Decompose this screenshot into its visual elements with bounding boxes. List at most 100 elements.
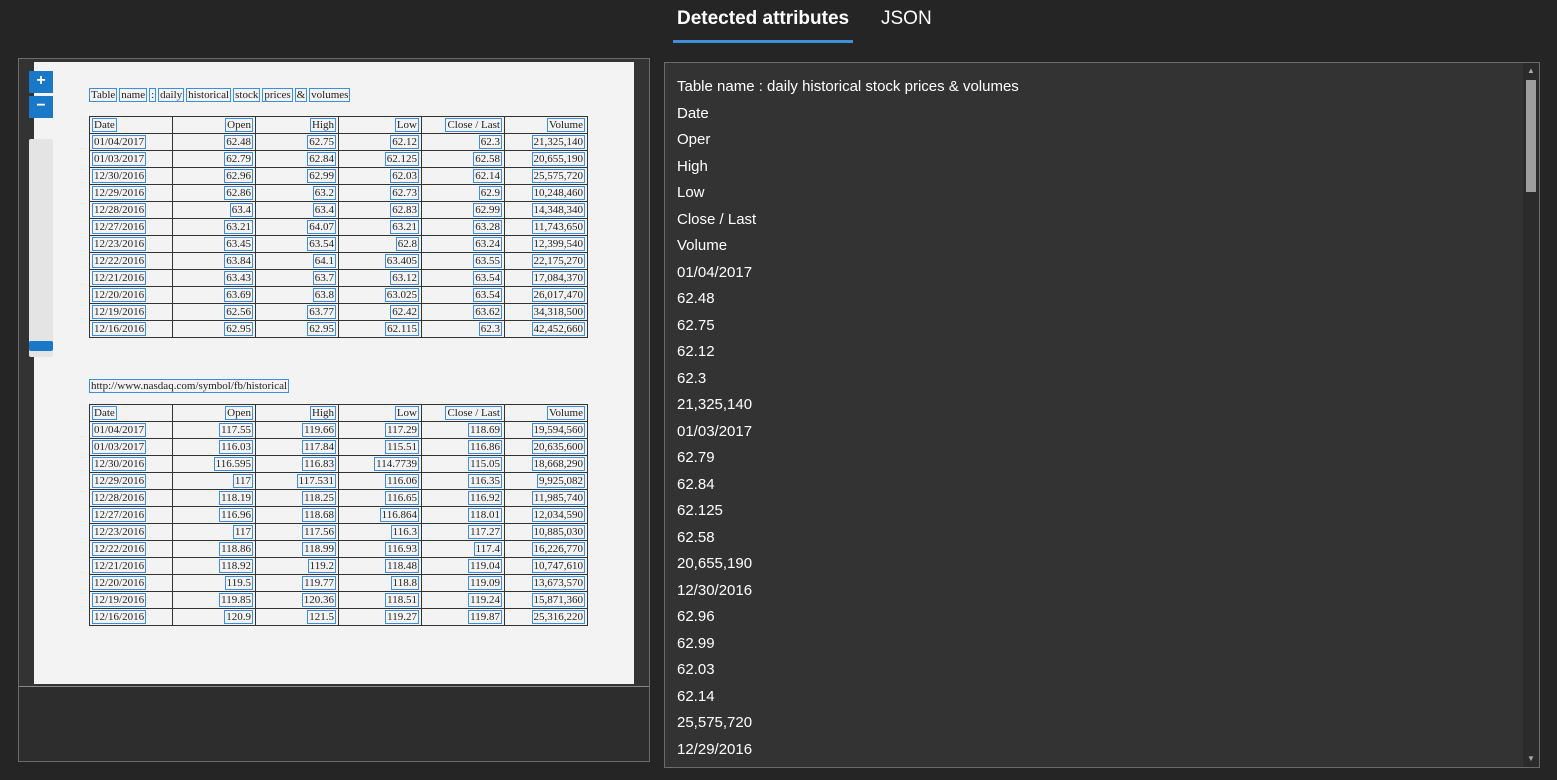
table-cell: 16,226,770 [504,540,588,558]
attribute-item[interactable]: 62.86 [677,763,1019,767]
table-cell: 63.4 [255,201,339,219]
title-word: volumes [309,88,351,102]
table-cell: Low [338,404,422,422]
table-cell: Close / Last [421,116,505,134]
zoom-slider-track[interactable] [29,139,53,357]
table-cell: 118.68 [255,506,339,524]
detected-word-box: 63.55 [473,254,502,268]
attribute-item[interactable]: 21,325,140 [677,392,1019,419]
attribute-item[interactable]: Table name : daily historical stock pric… [677,74,1019,101]
table-cell: 118.69 [421,421,505,439]
document-page: Table name: daily historical stock prices & vol… [34,62,634,684]
stock-table-2: Date Open High Low Close / Last Volume 01/04/2… [89,404,588,626]
attribute-item[interactable]: 01/03/2017 [677,419,1019,446]
table-row: 12/22/2016 63.84 64.1 63.405 63.55 22,175,270 [89,252,588,270]
detected-word-box: 63.7 [312,271,336,285]
zoom-in-button[interactable]: + [29,71,53,93]
detected-word-box: 62.14 [473,169,502,183]
title-word: name [119,88,148,102]
detected-word-box: 62.8 [395,237,419,251]
detected-word-box: 62.58 [473,152,502,166]
attribute-item[interactable]: Low [677,180,1019,207]
detected-word-box: 118.25 [302,491,336,505]
table-cell: 18,668,290 [504,455,588,473]
attribute-item[interactable]: 20,655,190 [677,551,1019,578]
attribute-item[interactable]: Close / Last [677,207,1019,234]
attribute-item[interactable]: 12/30/2016 [677,578,1019,605]
detected-word-box: 119.85 [219,593,253,607]
table-cell: 62.12 [338,133,422,151]
table-cell: 10,885,030 [504,523,588,541]
scroll-up-icon[interactable]: ▲ [1525,65,1537,77]
attribute-item[interactable]: Volume [677,233,1019,260]
detected-word-box: 116.96 [219,508,253,522]
detected-word-box: 12/20/2016 [92,288,147,302]
table-cell: 62.79 [172,150,256,168]
table-cell: 01/04/2017 [89,421,173,439]
table-cell: 15,871,360 [504,591,588,609]
table-cell: 62.3 [421,133,505,151]
attribute-item[interactable]: 62.58 [677,525,1019,552]
table-row: 12/29/2016 117 117.531 116.06 116.35 9,925,08… [89,472,588,490]
detected-word-box: 63.77 [307,305,336,319]
table-cell: 62.96 [172,167,256,185]
detected-word-box: 118.48 [385,559,419,573]
attribute-item[interactable]: 62.99 [677,631,1019,658]
detected-word-box: 118.01 [468,508,502,522]
table-cell: 62.8 [338,235,422,253]
attribute-item[interactable]: 62.3 [677,366,1019,393]
document-canvas[interactable]: Table name: daily historical stock prices & vol… [19,59,649,686]
table-cell: 118.92 [172,557,256,575]
tab-json[interactable]: JSON [881,8,932,30]
attribute-item[interactable]: 62.12 [677,339,1019,366]
detected-word-box: 15,871,360 [531,593,585,607]
detected-word-box: 118.99 [302,542,336,556]
attribute-item[interactable]: Date [677,101,1019,128]
detected-word-box: 117.55 [219,423,253,437]
attribute-item[interactable]: 62.84 [677,472,1019,499]
attribute-item[interactable]: 62.14 [677,684,1019,711]
detected-word-box: 21,325,140 [531,135,585,149]
attribute-item[interactable]: Oper [677,127,1019,154]
attribute-item[interactable]: 62.48 [677,286,1019,313]
table-cell: 20,635,600 [504,438,588,456]
detected-word-box: 26,017,470 [531,288,585,302]
table-cell: 62.84 [255,150,339,168]
attribute-item[interactable]: 62.75 [677,313,1019,340]
detected-word-box: 117.531 [296,474,336,488]
table-cell: 116.864 [338,506,422,524]
detected-word-box: 119.5 [224,576,253,590]
detected-word-box: 01/03/2017 [92,440,147,454]
tab-detected-attributes[interactable]: Detected attributes [677,8,849,30]
zoom-out-button[interactable]: − [29,96,53,118]
table-cell: Close / Last [421,404,505,422]
attribute-item[interactable]: 62.79 [677,445,1019,472]
table-cell: 01/03/2017 [89,150,173,168]
table-cell: 118.48 [338,557,422,575]
scrollbar-thumb[interactable] [1526,80,1536,192]
detected-word-box: 63.45 [224,237,253,251]
zoom-slider-thumb[interactable] [29,341,53,351]
attribute-item[interactable]: 25,575,720 [677,710,1019,737]
table-cell: 63.21 [172,218,256,236]
table-row: 12/30/2016 116.595 116.83 114.7739 115.05 18,… [89,455,588,473]
table-cell: 63.28 [421,218,505,236]
table-cell: 21,325,140 [504,133,588,151]
attribute-item[interactable]: 62.125 [677,498,1019,525]
table-cell: 12/23/2016 [89,235,173,253]
stock-table-1: Date Open High Low Close / Last Volume 01/04/2… [89,116,588,338]
scroll-down-icon[interactable]: ▼ [1525,753,1537,765]
attribute-item[interactable]: High [677,154,1019,181]
attribute-item[interactable]: 62.96 [677,604,1019,631]
detected-word-box: High [310,406,336,420]
attribute-item[interactable]: 12/29/2016 [677,737,1019,764]
table-cell: 118.01 [421,506,505,524]
table-cell: 62.48 [172,133,256,151]
attribute-item[interactable]: 01/04/2017 [677,260,1019,287]
table-cell: 62.58 [421,150,505,168]
table-cell: 63.8 [255,286,339,304]
detected-word-box: 11,985,740 [531,491,585,505]
detected-word-box: 114.7739 [374,457,419,471]
attribute-item[interactable]: 62.03 [677,657,1019,684]
scrollbar[interactable]: ▲ ▼ [1523,63,1539,767]
